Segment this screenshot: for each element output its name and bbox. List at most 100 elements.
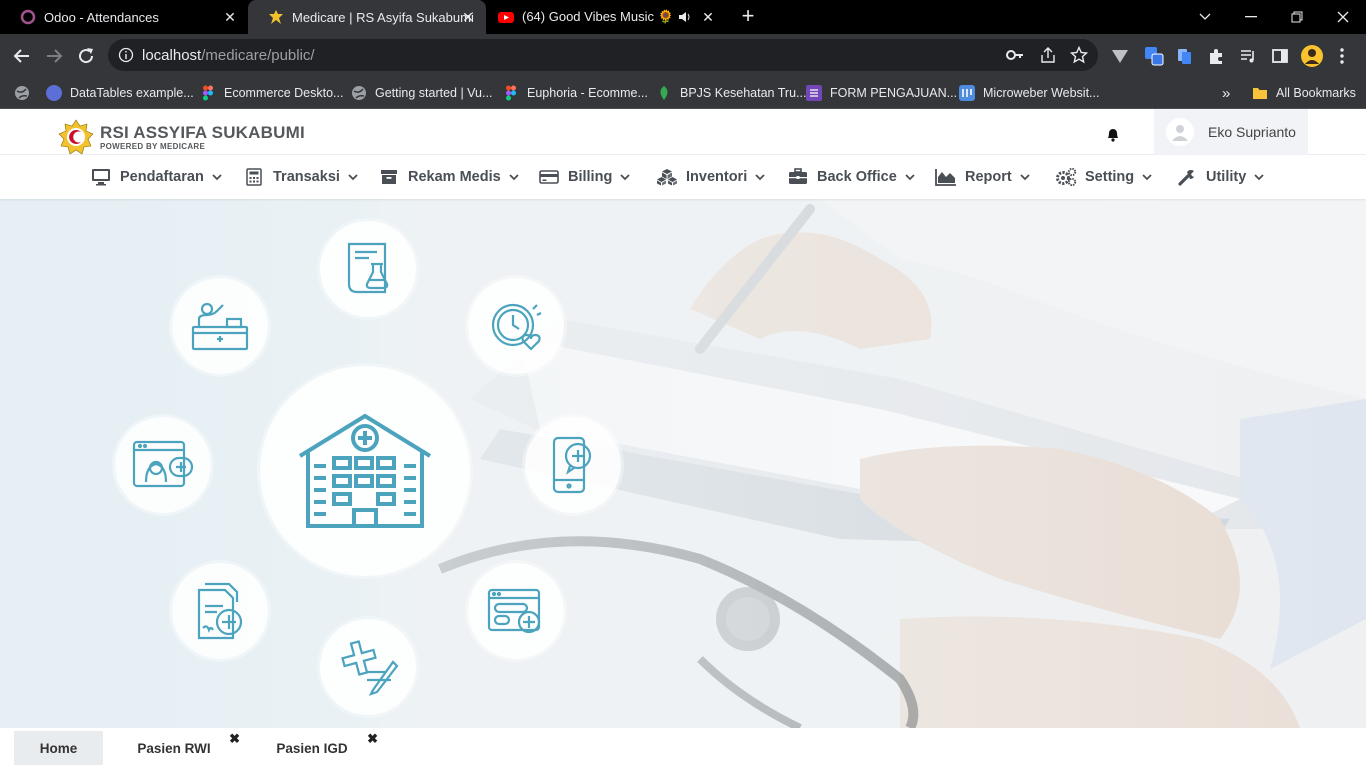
close-tab-icon[interactable]: ✕ bbox=[460, 9, 476, 25]
bookmark-getting-started[interactable]: Getting started | Vu... bbox=[351, 82, 492, 104]
menu-label: Billing bbox=[568, 169, 613, 185]
key-icon[interactable] bbox=[1006, 47, 1024, 63]
menu-rekam-medis[interactable]: Rekam Medis bbox=[378, 167, 519, 187]
close-tab-icon[interactable]: ✕ bbox=[700, 9, 716, 25]
leaf-icon bbox=[660, 86, 668, 100]
browser-tab-medicare[interactable]: Medicare | RS Asyifa Sukabumi ✕ bbox=[248, 0, 486, 34]
bookmark-form-pengajuan[interactable]: FORM PENGAJUAN... bbox=[806, 82, 957, 104]
menu-setting[interactable]: Setting bbox=[1055, 167, 1152, 187]
forward-button[interactable] bbox=[40, 42, 68, 70]
hospital-circle bbox=[260, 366, 470, 576]
bookmark-label: FORM PENGAJUAN... bbox=[830, 86, 958, 100]
reload-icon bbox=[79, 48, 94, 64]
address-bar[interactable]: localhost/medicare/public/ bbox=[108, 39, 1098, 71]
bookmark-microweber[interactable]: Microweber Websit... bbox=[959, 82, 1099, 104]
hospital-building-icon bbox=[298, 413, 432, 528]
browser-menu-button[interactable] bbox=[1328, 42, 1356, 70]
browser-tab-youtube[interactable]: (64) Good Vibes Music 🌻 T ✕ bbox=[486, 0, 726, 34]
health-card-circle bbox=[468, 563, 564, 659]
more-bookmarks-button[interactable]: » bbox=[1222, 82, 1230, 104]
folder-icon bbox=[1253, 88, 1267, 99]
menu-label: Utility bbox=[1206, 169, 1247, 185]
back-button[interactable] bbox=[8, 42, 36, 70]
tab-pasien-rwi[interactable]: Pasien RWI ✖ bbox=[106, 731, 242, 765]
all-bookmarks-button[interactable]: All Bookmarks bbox=[1252, 82, 1356, 104]
close-tab-icon[interactable]: ✖ bbox=[229, 731, 240, 747]
browser-tabstrip: Odoo - Attendances ✕ Medicare | RS Asyif… bbox=[0, 0, 1366, 34]
brand-subtitle: POWERED BY MEDICARE bbox=[100, 141, 206, 151]
brand-logo[interactable]: RSI ASSYIFA SUKABUMI POWERED BY MEDICARE bbox=[58, 119, 305, 155]
bookmark-datatables[interactable]: DataTables example... bbox=[46, 82, 194, 104]
medical-record-icon bbox=[197, 582, 243, 640]
user-name: Eko Suprianto bbox=[1208, 124, 1296, 140]
star-icon[interactable] bbox=[1070, 46, 1088, 64]
tab-pasien-igd[interactable]: Pasien IGD ✖ bbox=[244, 731, 380, 765]
bookmark-label: Euphoria - Ecomme... bbox=[527, 86, 648, 100]
workspace-tabs: Home Pasien RWI ✖ Pasien IGD ✖ bbox=[0, 728, 1366, 766]
menu-pendaftaran[interactable]: Pendaftaran bbox=[90, 167, 222, 187]
chevron-down-icon bbox=[1254, 173, 1264, 180]
reload-button[interactable] bbox=[72, 42, 100, 70]
bookmark-bpjs[interactable]: BPJS Kesehatan Tru... bbox=[656, 82, 806, 104]
timer-heart-circle bbox=[468, 278, 564, 374]
menu-label: Inventori bbox=[686, 169, 748, 185]
new-tab-button[interactable]: + bbox=[737, 5, 759, 28]
menu-utility[interactable]: Utility bbox=[1176, 167, 1264, 187]
online-consult-circle bbox=[115, 417, 211, 513]
restore-button[interactable] bbox=[1274, 0, 1320, 34]
audio-playing-icon[interactable] bbox=[678, 10, 692, 24]
bookmark-label: Ecommerce Deskto... bbox=[224, 86, 344, 100]
share-icon[interactable] bbox=[1039, 46, 1057, 64]
extensions-button[interactable] bbox=[1202, 42, 1230, 70]
menu-billing[interactable]: Billing bbox=[538, 167, 630, 187]
extension-docs-button[interactable] bbox=[1170, 42, 1198, 70]
puzzle-icon bbox=[1210, 49, 1222, 64]
area-chart-icon bbox=[935, 167, 957, 187]
bookmark-ecommerce-desktop[interactable]: Ecommerce Deskto... bbox=[200, 82, 343, 104]
extension-translate-button[interactable] bbox=[1140, 42, 1168, 70]
menu-transaksi[interactable]: Transaksi bbox=[243, 167, 358, 187]
extension-vivaldi-button[interactable] bbox=[1106, 42, 1134, 70]
menu-label: Pendaftaran bbox=[120, 169, 204, 185]
wrench-icon bbox=[1176, 167, 1198, 187]
close-window-button[interactable] bbox=[1320, 0, 1366, 34]
hero-banner bbox=[0, 199, 1366, 728]
figma-icon bbox=[506, 85, 516, 101]
minimize-button[interactable] bbox=[1228, 0, 1274, 34]
media-controls-button[interactable] bbox=[1234, 42, 1262, 70]
browser-tab-title: (64) Good Vibes Music 🌻 T bbox=[522, 9, 672, 24]
bookmark-label: All Bookmarks bbox=[1276, 86, 1356, 100]
url-host: localhost bbox=[142, 47, 202, 64]
bookmark-euphoria[interactable]: Euphoria - Ecomme... bbox=[503, 82, 648, 104]
v-extension-icon bbox=[1112, 50, 1128, 63]
user-menu[interactable]: Eko Suprianto bbox=[1154, 109, 1308, 155]
close-tab-icon[interactable]: ✕ bbox=[222, 9, 238, 25]
profile-button[interactable] bbox=[1298, 42, 1326, 70]
notification-bell-icon[interactable] bbox=[1105, 126, 1121, 142]
menu-label: Transaksi bbox=[273, 169, 340, 185]
menu-back-office[interactable]: Back Office bbox=[787, 167, 915, 187]
side-panel-button[interactable] bbox=[1266, 42, 1294, 70]
youtube-favicon-icon bbox=[498, 12, 514, 23]
apps-bookmark[interactable] bbox=[14, 82, 38, 104]
browser-tab-odoo[interactable]: Odoo - Attendances ✕ bbox=[0, 0, 248, 34]
info-icon[interactable] bbox=[118, 47, 134, 63]
browser-tab-title: Medicare | RS Asyifa Sukabumi bbox=[292, 9, 474, 25]
chevron-down-icon bbox=[348, 173, 358, 180]
app-header: RSI ASSYIFA SUKABUMI POWERED BY MEDICARE… bbox=[0, 109, 1366, 155]
arrow-right-icon bbox=[47, 49, 63, 63]
profile-avatar-icon bbox=[1301, 45, 1323, 67]
tab-search-button[interactable] bbox=[1182, 0, 1228, 34]
tab-home[interactable]: Home bbox=[14, 731, 103, 765]
avatar bbox=[1166, 118, 1194, 146]
menu-report[interactable]: Report bbox=[935, 167, 1030, 187]
menu-inventori[interactable]: Inventori bbox=[656, 167, 765, 187]
prescription-icon bbox=[341, 640, 399, 696]
medicare-favicon-icon bbox=[269, 10, 283, 24]
brand-text: RSI ASSYIFA SUKABUMI POWERED BY MEDICARE bbox=[100, 123, 305, 151]
menu-label: Report bbox=[965, 169, 1012, 185]
main-menu: Pendaftaran Transaksi Rekam Medis Billin… bbox=[0, 155, 1366, 199]
globe-icon bbox=[15, 86, 29, 100]
microweber-icon bbox=[959, 85, 975, 101]
close-tab-icon[interactable]: ✖ bbox=[367, 731, 378, 747]
